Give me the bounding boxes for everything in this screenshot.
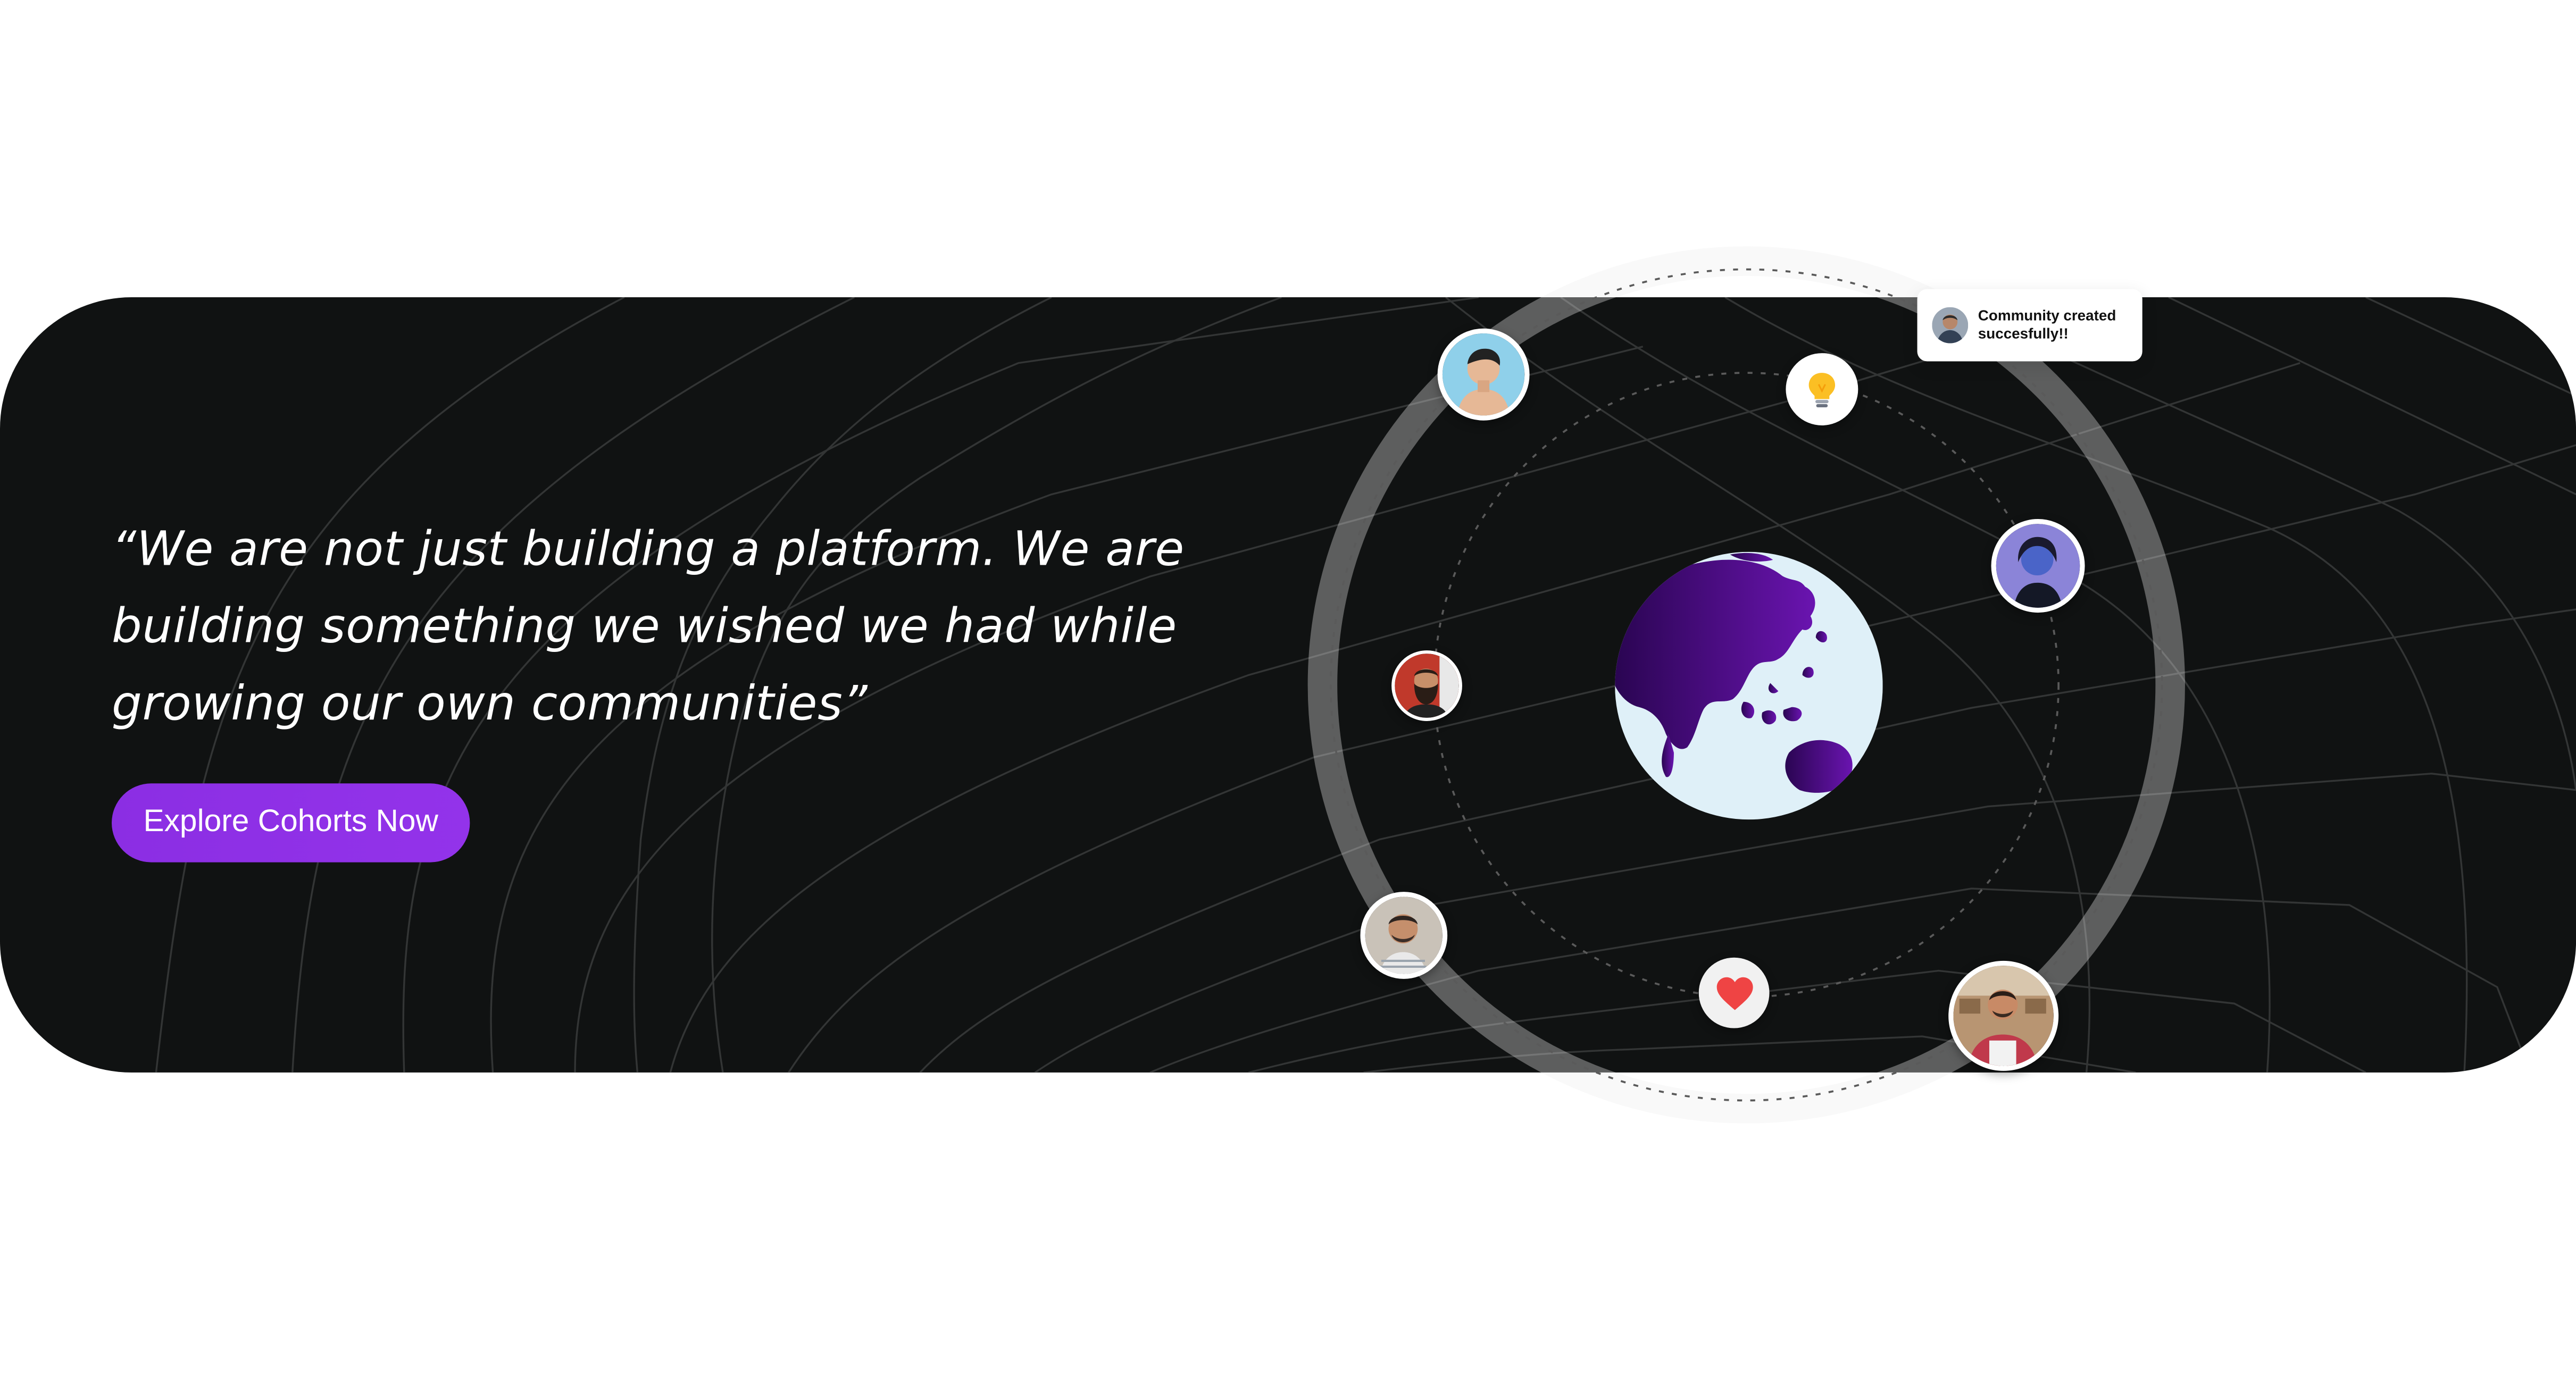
- lightbulb-bubble[interactable]: [1786, 353, 1858, 425]
- toast-message: Community created succesfully!!: [1978, 307, 2116, 342]
- heart-icon: [1716, 976, 1753, 1010]
- avatar-photo: [1996, 524, 2080, 608]
- hero-quote: “We are not just building a platform. We…: [112, 521, 1185, 731]
- page: Community created succesfully!! “We are …: [0, 0, 2576, 1373]
- explore-cohorts-button[interactable]: Explore Cohorts Now: [112, 783, 470, 863]
- globe-icon: [1615, 551, 1883, 820]
- avatar-member-1[interactable]: [1437, 328, 1530, 421]
- avatar-photo: [1953, 966, 2054, 1066]
- avatar-member-2[interactable]: [1991, 519, 2085, 613]
- avatar-photo: [1365, 897, 1443, 974]
- toast-avatar: [1932, 307, 1969, 344]
- avatar-photo: [1395, 654, 1459, 718]
- notification-toast[interactable]: Community created succesfully!!: [1917, 289, 2143, 362]
- lightbulb-icon: [1808, 373, 1836, 407]
- avatar-member-4[interactable]: [1360, 892, 1448, 979]
- avatar-photo: [1442, 333, 1525, 416]
- avatar-member-5[interactable]: [1948, 960, 2059, 1071]
- avatar-member-3[interactable]: [1391, 650, 1462, 721]
- heart-bubble[interactable]: [1698, 957, 1770, 1028]
